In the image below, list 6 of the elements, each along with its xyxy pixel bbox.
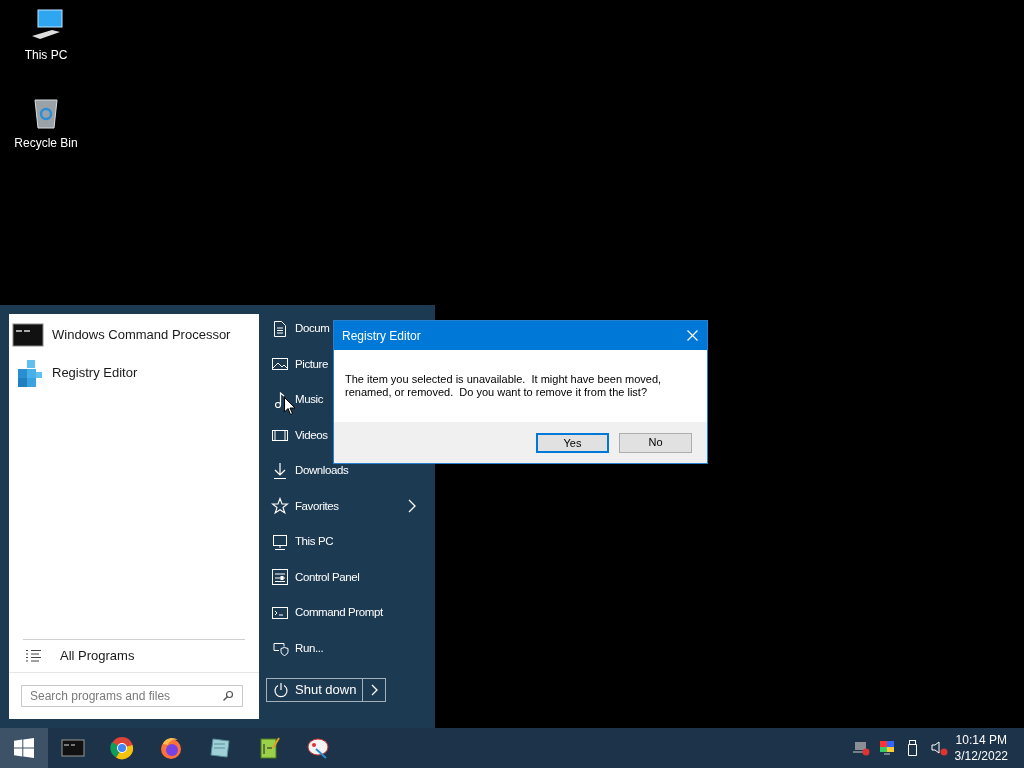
desktop-icon-label: Recycle Bin [14, 135, 78, 152]
desktop-icon-label: This PC [24, 47, 68, 64]
clock-date: 3/12/2022 [954, 748, 1008, 764]
dialog-title: Registry Editor [342, 327, 421, 345]
clock-time: 10:14 PM [955, 732, 1007, 748]
dialog-message: The item you selected is unavailable. It might have been moved, renamed, or removed. Do you want to remove it from the list? [345, 373, 663, 399]
